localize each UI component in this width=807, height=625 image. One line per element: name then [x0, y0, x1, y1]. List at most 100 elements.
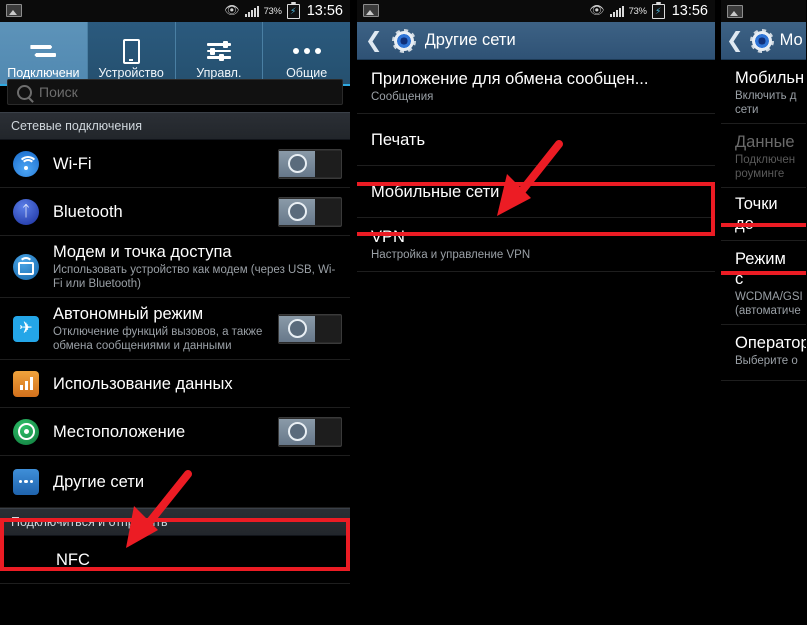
list-item-other-networks[interactable]: Другие сети — [0, 456, 350, 508]
status-bar-items: 👁 73% ⚡ 13:56 — [589, 1, 708, 19]
image-icon — [6, 4, 22, 17]
list-item-label: Wi-Fi — [53, 154, 92, 173]
tab-controls[interactable]: Управл. — [174, 22, 263, 84]
list-item-label: Данные — [735, 133, 795, 151]
list-item-label: Мобильн — [735, 69, 805, 87]
battery-charging-icon: ⚡ — [286, 1, 300, 19]
list-item-data-usage[interactable]: Использование данных — [0, 360, 350, 408]
list-item-label: VPN — [371, 228, 405, 246]
clock-label: 13:56 — [671, 3, 708, 19]
list-item-mobile-data[interactable]: Мобильн Включить д сети — [721, 60, 806, 124]
list-item-label: Модем и точка доступа — [53, 243, 232, 261]
list-item-sublabel: Настройка и управление VPN — [371, 249, 531, 261]
list-item-wifi[interactable]: Wi-Fi — [0, 140, 350, 188]
list-item-label: Использование данных — [53, 374, 233, 393]
list-item-label: Мобильные сети — [371, 182, 500, 201]
search-input[interactable]: Поиск — [7, 79, 343, 105]
tab-connections[interactable]: Подключени — [0, 22, 87, 84]
battery-charging-icon: ⚡ — [651, 1, 665, 19]
back-chevron-icon[interactable]: ❮ — [365, 30, 383, 51]
bluetooth-toggle[interactable] — [278, 196, 342, 227]
list-item-sublabel: Сообщения — [371, 91, 434, 103]
list-item-sublabel: Использовать устройство как модем (через… — [53, 264, 336, 290]
list-item-label: Приложение для обмена сообщен... — [371, 70, 649, 88]
settings-gear-icon — [391, 28, 416, 53]
list-item-sublabel: Подключен роуминге — [735, 154, 796, 180]
location-toggle[interactable] — [278, 416, 342, 447]
list-item-sublabel: Выберите о — [735, 355, 798, 367]
tab-connections-label: Подключени — [7, 66, 80, 80]
battery-percent-label: 73% — [263, 5, 282, 17]
image-icon — [363, 4, 379, 17]
status-bar: 👁 73% ⚡ 13:56 — [357, 0, 715, 22]
list-item-network-mode[interactable]: Режим с WCDMA/GSI (автоматиче — [721, 241, 806, 325]
clock-label: 13:56 — [306, 3, 343, 19]
list-item-label: Bluetooth — [53, 202, 123, 221]
page-title: Мо — [779, 31, 803, 49]
bluetooth-icon: ᛏ — [11, 198, 41, 225]
list-item-print[interactable]: Печать — [357, 114, 715, 166]
list-item-access-points[interactable]: Точки до — [721, 188, 806, 241]
connections-arrows-icon — [30, 36, 56, 66]
tethering-hotspot-icon — [11, 253, 41, 280]
search-placeholder: Поиск — [39, 84, 78, 100]
image-icon — [727, 4, 743, 18]
tab-device-label: Устройство — [98, 66, 164, 80]
other-networks-icon — [11, 468, 41, 495]
data-usage-icon — [11, 370, 41, 397]
list-item-vpn[interactable]: VPN Настройка и управление VPN — [357, 218, 715, 272]
device-phone-icon — [122, 36, 140, 66]
list-item-sublabel: Отключение функций вызовов, а также обме… — [53, 326, 263, 352]
screenshot-stage: 👁 73% ⚡ 13:56 Подключени Устройство Упра… — [0, 0, 807, 625]
list-item-mobile-networks[interactable]: Мобильные сети — [357, 166, 715, 218]
panel-connections-settings: 👁 73% ⚡ 13:56 Подключени Устройство Упра… — [0, 0, 350, 625]
list-item-label: Автономный режим — [53, 305, 204, 323]
list-item-label: Режим с — [735, 250, 786, 288]
sliders-controls-icon — [206, 36, 231, 66]
list-item-label: Оператор — [735, 334, 806, 352]
status-bar — [721, 0, 806, 22]
panel-other-networks: 👁 73% ⚡ 13:56 ❮ Другие сети Приложение д… — [357, 0, 715, 625]
airplane-mode-toggle[interactable] — [278, 313, 342, 344]
signal-bars-icon — [244, 5, 259, 17]
wifi-toggle[interactable] — [278, 148, 342, 179]
list-item-bluetooth[interactable]: ᛏ Bluetooth — [0, 188, 350, 236]
list-item-label: Печать — [371, 130, 426, 149]
eye-icon: 👁 — [589, 3, 605, 17]
status-bar: 👁 73% ⚡ 13:56 — [0, 0, 350, 22]
list-item-airplane-mode[interactable]: ✈ Автономный режим Отключение функций вы… — [0, 298, 350, 360]
action-bar: ❮ Другие сети — [357, 22, 715, 60]
tab-device[interactable]: Устройство — [86, 22, 175, 84]
section-network-connections: Сетевые подключения — [0, 112, 350, 140]
list-item-sublabel: Включить д сети — [735, 90, 797, 116]
more-dots-icon — [292, 36, 321, 66]
panel-mobile-networks: ❮ Мо Мобильн Включить д сети Данные Подк… — [721, 0, 806, 625]
signal-bars-icon — [609, 5, 624, 17]
back-chevron-icon[interactable]: ❮ — [726, 30, 744, 51]
list-item-tethering[interactable]: Модем и точка доступа Использовать устро… — [0, 236, 350, 298]
tab-general-label: Общие — [286, 66, 328, 80]
list-item-operators[interactable]: Оператор Выберите о — [721, 325, 806, 381]
settings-tab-bar: Подключени Устройство Управл. Общие — [0, 22, 350, 86]
eye-icon: 👁 — [224, 3, 240, 17]
airplane-mode-icon: ✈ — [11, 315, 41, 342]
list-item-data-roaming: Данные Подключен роуминге — [721, 124, 806, 188]
status-bar-items: 👁 73% ⚡ 13:56 — [224, 1, 343, 19]
settings-gear-icon — [749, 28, 774, 53]
list-item-sublabel: WCDMA/GSI (автоматиче — [735, 291, 803, 317]
list-item-label: Местоположение — [53, 422, 186, 441]
list-item-nfc[interactable]: NFC — [0, 536, 350, 584]
section-connect-and-share: Подключиться и отправить — [0, 508, 350, 536]
list-item-label: Точки до — [735, 195, 778, 233]
list-item-label: Другие сети — [53, 472, 145, 491]
list-item-label: NFC — [56, 550, 90, 569]
tab-general[interactable]: Общие — [262, 22, 350, 84]
list-item-location[interactable]: Местоположение — [0, 408, 350, 456]
battery-percent-label: 73% — [628, 5, 647, 17]
location-icon — [11, 418, 41, 445]
wifi-icon — [11, 150, 41, 177]
page-title: Другие сети — [424, 31, 516, 49]
list-item-messaging-app[interactable]: Приложение для обмена сообщен... Сообщен… — [357, 60, 715, 114]
tab-controls-label: Управл. — [196, 66, 242, 80]
search-icon — [17, 84, 32, 100]
